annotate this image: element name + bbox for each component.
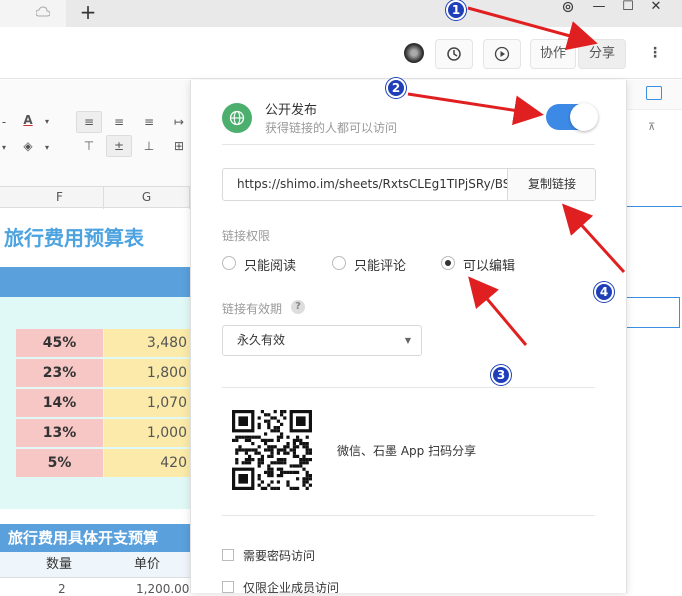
radio-can-edit[interactable] [441,256,455,270]
merge-cells-icon[interactable]: ⊞ [170,138,188,154]
section-subtitle[interactable]: 旅行费用具体开支预算 [0,524,190,552]
align-top-icon[interactable]: ⊤ [80,138,98,154]
value-cell[interactable]: 1,070 [104,389,190,417]
percent-cell[interactable]: 14% [16,389,103,417]
history-icon [446,47,462,66]
permission-label: 链接权限 [222,229,271,243]
radio-comment-only[interactable] [332,256,346,270]
divider [222,387,595,388]
avatar[interactable] [404,43,424,63]
password-checkbox[interactable] [222,549,234,561]
copy-link-button[interactable]: 复制链接 [507,169,595,200]
price-header[interactable]: 单价 [134,552,160,578]
collapse-icon[interactable]: ⊼ [648,122,655,133]
align-middle-icon: ± [113,139,125,153]
share-popup: 公开发布 获得链接的人都可以访问 https://shimo.im/sheets… [190,80,627,596]
close-button[interactable]: ✕ [648,0,664,16]
enterprise-checkbox[interactable] [222,581,234,593]
share-url-field[interactable]: https://shimo.im/sheets/RxtsCLEg1TIPjSRy… [222,168,596,201]
divider [222,144,595,145]
globe-icon [222,103,252,133]
chevron-down-icon[interactable]: ▾ [42,114,52,130]
qr-code [232,410,312,490]
validity-label: 链接有效期 [222,302,283,316]
cloud-icon [35,6,51,20]
publish-description: 获得链接的人都可以访问 [265,121,398,135]
selected-cell[interactable] [626,297,680,328]
table-cell[interactable]: 1,200.00 [136,582,189,596]
minimize-button[interactable]: — [592,0,606,16]
gear-icon[interactable] [561,0,575,14]
present-button[interactable] [483,39,521,69]
table-row: 2 1,200.00 [0,578,190,596]
password-label[interactable]: 需要密码访问 [243,547,315,564]
align-bottom-icon[interactable]: ⊥ [140,138,158,154]
plus-icon[interactable]: + [78,0,98,24]
chevron-down-icon: ▼ [404,336,411,345]
publish-toggle[interactable] [546,103,598,131]
detail-header-row: 数量 单价 [0,552,190,578]
browser-tab[interactable] [0,0,66,27]
share-url-text[interactable]: https://shimo.im/sheets/RxtsCLEg1TIPjSRy… [237,169,507,200]
chevron-down-icon[interactable]: ▾ [0,140,8,156]
more-vertical-icon[interactable]: ⋮ [641,39,669,69]
value-cell[interactable]: 3,480 [104,329,190,357]
column-header[interactable]: G [104,187,190,209]
sheet-right-area: ⊼ [626,80,682,593]
step-badge: 2 [386,78,406,98]
step-badge: 1 [446,0,466,20]
align-center-icon[interactable]: ≡ [110,114,128,130]
indent-icon[interactable]: ↦ [170,114,188,130]
value-cell[interactable]: 420 [104,449,190,477]
value-cell[interactable]: 1,800 [104,359,190,387]
play-icon [494,46,510,66]
qty-header[interactable]: 数量 [46,552,72,578]
help-icon[interactable]: ? [291,300,305,314]
format-toolbar: - A ▾ ◈ ▾ ▾ ≡ ≡ ≡ ↦ ⊤ ± ⊥ ⊞ [0,80,190,190]
percent-cell[interactable]: 13% [16,419,103,447]
align-left-icon: ≡ [83,115,95,129]
toggle-knob [570,103,598,131]
percent-cell[interactable]: 45% [16,329,103,357]
radio-read-only[interactable] [222,256,236,270]
qr-caption: 微信、石墨 App 扫码分享 [337,444,477,458]
validity-select[interactable]: 永久有效 ▼ [222,325,422,356]
maximize-button[interactable]: ☐ [620,0,636,16]
step-badge: 4 [594,282,614,302]
font-color-icon[interactable]: A [20,112,36,128]
fill-color-icon[interactable]: ◈ [20,138,36,154]
validity-value: 永久有效 [237,333,286,347]
percent-cell[interactable]: 23% [16,359,103,387]
enterprise-label[interactable]: 仅限企业成员访问 [243,579,339,596]
value-cell[interactable]: 1,000 [104,419,190,447]
row-highlight [626,206,682,207]
history-button[interactable] [435,39,473,69]
column-header-row: F G [0,186,190,209]
publish-title: 公开发布 [265,103,318,118]
format-icon[interactable]: - [0,114,8,130]
comment-icon[interactable] [646,86,662,100]
chevron-down-icon[interactable]: ▾ [42,140,52,156]
table-cell[interactable]: 2 [58,582,66,596]
radio-can-edit-label[interactable]: 可以编辑 [463,255,515,274]
column-header[interactable]: F [16,187,104,209]
collaborate-button[interactable]: 协作 [530,39,576,69]
share-button[interactable]: 分享 [578,39,626,69]
sheet-title[interactable]: 旅行费用预算表 [4,222,144,251]
radio-comment-only-label[interactable]: 只能评论 [354,255,406,274]
step-badge: 3 [491,365,511,385]
header-band [0,267,190,297]
doc-toolbar: 协作 分享 ⋮ [0,27,682,79]
percent-cell[interactable]: 5% [16,449,103,477]
divider [222,515,595,516]
align-right-icon[interactable]: ≡ [140,114,158,130]
title-bar: + — ☐ ✕ [0,0,682,27]
radio-read-only-label[interactable]: 只能阅读 [244,255,296,274]
